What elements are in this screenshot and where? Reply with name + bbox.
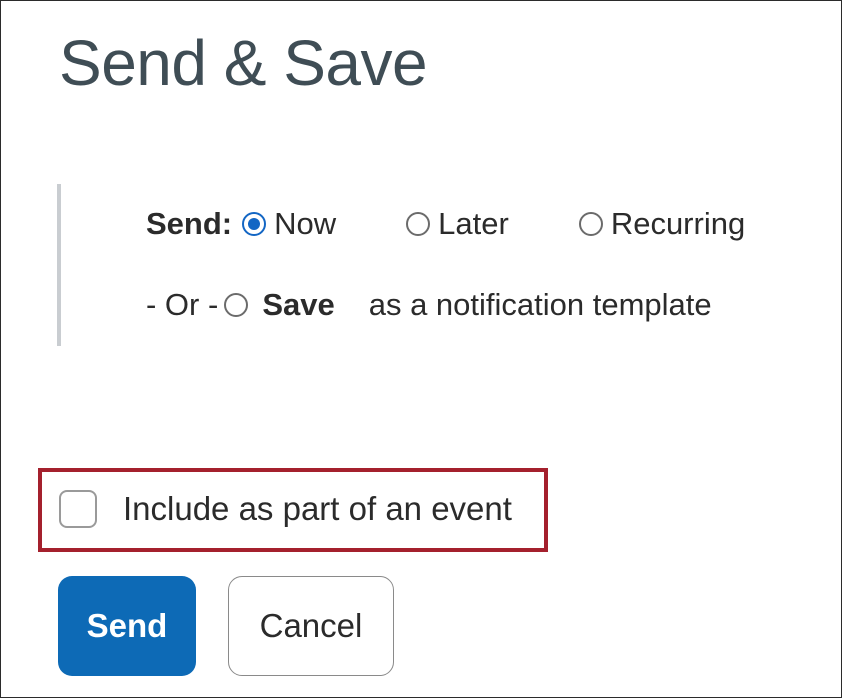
send-label: Send: [146, 206, 233, 241]
send-options-group: Send: Now Later Recurring - Or - Save as… [57, 184, 831, 346]
radio-option-recurring[interactable]: Recurring [578, 206, 745, 242]
radio-later-label[interactable]: Later [438, 206, 509, 242]
include-event-checkbox[interactable] [59, 490, 97, 528]
radio-now[interactable] [242, 212, 267, 236]
radio-save[interactable] [224, 293, 249, 317]
radio-later[interactable] [406, 212, 431, 236]
send-button[interactable]: Send [58, 576, 196, 676]
radio-recurring[interactable] [578, 212, 603, 236]
radio-recurring-label[interactable]: Recurring [611, 206, 745, 242]
save-template-row: - Or - Save as a notification template [146, 287, 712, 323]
radio-now-label[interactable]: Now [274, 206, 336, 242]
or-separator: - Or - [146, 287, 219, 322]
radio-option-later[interactable]: Later [406, 206, 509, 242]
radio-option-now[interactable]: Now [242, 206, 336, 242]
save-template-description: as a notification template [368, 287, 712, 322]
radio-option-save[interactable]: Save [224, 287, 335, 323]
radio-save-label[interactable]: Save [262, 287, 334, 323]
dialog-frame: Send & Save Send: Now Later Recurring - … [0, 0, 842, 698]
send-timing-row: Send: Now Later Recurring [146, 206, 745, 242]
page-title: Send & Save [59, 27, 428, 99]
include-event-row[interactable]: Include as part of an event [59, 490, 512, 528]
include-event-label[interactable]: Include as part of an event [123, 490, 512, 528]
cancel-button[interactable]: Cancel [228, 576, 394, 676]
